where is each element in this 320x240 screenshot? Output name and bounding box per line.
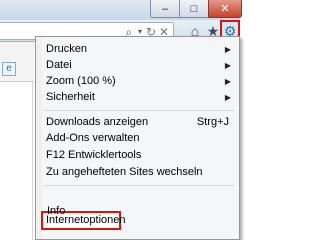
menu-item-label: Datei [46, 59, 72, 71]
menu-item-label: Add-Ons verwalten [46, 132, 140, 144]
menu-gutter [36, 37, 42, 239]
menu-separator [44, 110, 235, 111]
menu-item-label: Info [47, 205, 66, 217]
menu-item-sicherheit[interactable]: Sicherheit ▶ [44, 89, 237, 106]
menu-item-drucken[interactable]: Drucken ▶ [44, 41, 237, 58]
menu-item-f12-tools[interactable]: F12 Entwicklertools [44, 147, 237, 164]
title-bar: – □ ✕ [0, 0, 242, 20]
menu-item-label: F12 Entwicklertools [46, 149, 142, 161]
submenu-arrow-icon: ▶ [224, 93, 231, 102]
menu-item-label: Sicherheit [46, 91, 95, 103]
maximize-button[interactable]: □ [179, 0, 209, 18]
content-divider [32, 82, 33, 240]
ie-favicon-icon[interactable]: e [2, 62, 16, 76]
menu-item-label: Zu angehefteten Sites wechseln [46, 166, 203, 178]
submenu-arrow-icon: ▶ [224, 61, 231, 70]
menu-item-datei[interactable]: Datei ▶ [44, 57, 237, 74]
close-window-button[interactable]: ✕ [208, 0, 242, 18]
menu-item-zoom[interactable]: Zoom (100 %) ▶ [44, 73, 237, 90]
menu-item-info[interactable]: Info [45, 203, 145, 220]
menu-item-label: Drucken [46, 43, 87, 55]
submenu-arrow-icon: ▶ [224, 77, 231, 86]
menu-item-info-wrap [44, 233, 237, 239]
menu-item-downloads[interactable]: Downloads anzeigen Strg+J [44, 114, 237, 131]
minimize-button[interactable]: – [150, 0, 180, 18]
menu-separator [44, 185, 235, 186]
menu-item-add-ons[interactable]: Add-Ons verwalten [44, 130, 237, 147]
menu-item-pinned-sites[interactable]: Zu angehefteten Sites wechseln [44, 164, 237, 181]
menu-item-shortcut: Strg+J [196, 116, 229, 128]
menu-item-label: Downloads anzeigen [46, 116, 149, 128]
submenu-arrow-icon: ▶ [224, 45, 231, 54]
menu-item-label: Zoom (100 %) [46, 75, 116, 87]
